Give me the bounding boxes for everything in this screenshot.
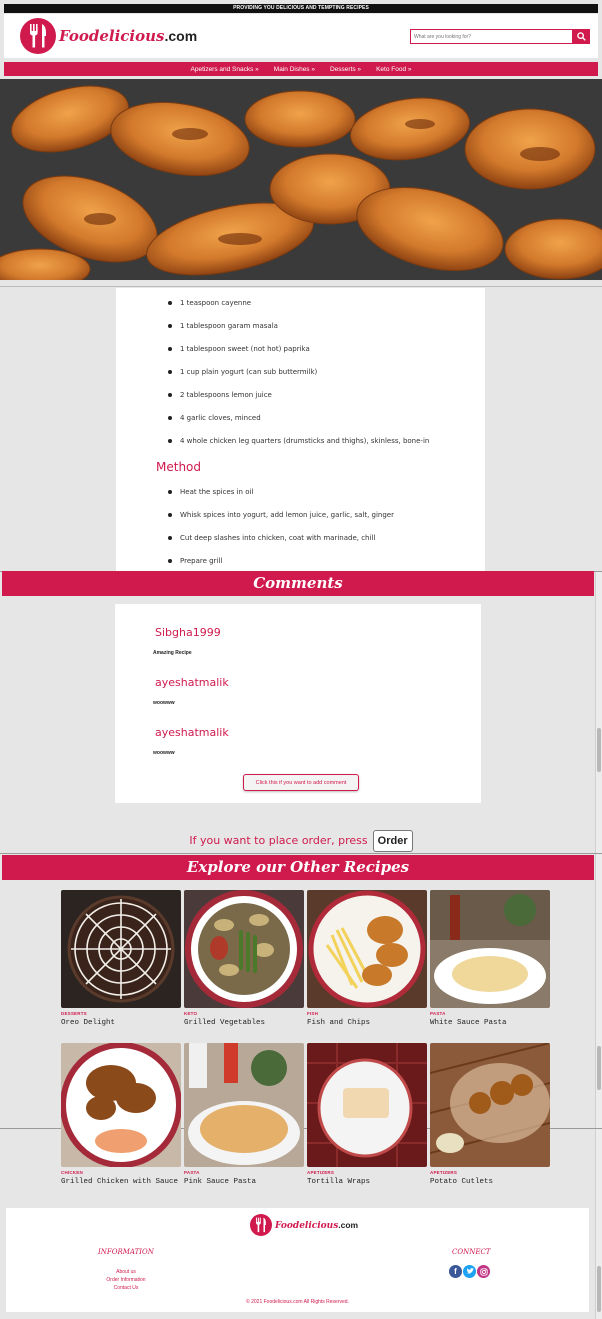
recipe-card-grilled-chicken-with-sauce[interactable]: CHICKEN Grilled Chicken with Sauce bbox=[61, 1043, 181, 1187]
hero-image bbox=[0, 79, 602, 280]
method-heading: Method bbox=[156, 460, 202, 474]
recipe-image[interactable] bbox=[430, 1043, 550, 1167]
scrollbar[interactable] bbox=[595, 572, 602, 853]
comment-user: ayeshatmalik bbox=[155, 726, 229, 739]
twitter-icon[interactable] bbox=[463, 1265, 476, 1278]
footer-link-about[interactable]: About us bbox=[96, 1268, 156, 1276]
recipe-title[interactable]: White Sauce Pasta bbox=[430, 1019, 550, 1028]
list-item: Cut deep slashes into chicken, coat with… bbox=[168, 533, 394, 556]
comment-text: woowww bbox=[153, 750, 175, 756]
recipe-image[interactable] bbox=[61, 1043, 181, 1167]
main-nav: Apetizers and Snacks » Main Dishes » Des… bbox=[4, 62, 598, 76]
search-input[interactable] bbox=[410, 29, 573, 44]
list-item: 1 tablespoon sweet (not hot) paprika bbox=[167, 344, 429, 367]
brand-name: Foodelicious.com bbox=[59, 27, 198, 45]
recipe-card-oreo-delight[interactable]: DESSERTS Oreo Delight bbox=[61, 890, 181, 1028]
recipe-title[interactable]: Tortilla Wraps bbox=[307, 1178, 427, 1187]
tagline: PROVIDING YOU DELICIOUS AND TEMPTING REC… bbox=[233, 5, 369, 11]
copyright-text: © 2021 Foodelicious.com All Rights Reser… bbox=[246, 1299, 349, 1305]
recipe-title[interactable]: Oreo Delight bbox=[61, 1019, 181, 1028]
recipe-category: PASTA bbox=[184, 1170, 200, 1175]
recipe-image[interactable] bbox=[61, 890, 181, 1008]
recipe-category: DESSERTS bbox=[61, 1011, 87, 1016]
recipe-title[interactable]: Fish and Chips bbox=[307, 1019, 427, 1028]
comments-heading: Comments bbox=[2, 571, 594, 596]
recipe-image[interactable] bbox=[307, 890, 427, 1008]
scrollbar-thumb[interactable] bbox=[597, 1266, 601, 1312]
recipe-category: CHICKEN bbox=[61, 1170, 83, 1175]
social-links: f bbox=[449, 1265, 490, 1278]
search-button[interactable] bbox=[573, 29, 590, 44]
fork-knife-icon bbox=[250, 1214, 272, 1236]
nav-item-desserts[interactable]: Desserts » bbox=[330, 66, 361, 73]
recipe-category: KETO bbox=[184, 1011, 198, 1016]
facebook-icon[interactable]: f bbox=[449, 1265, 462, 1278]
instagram-icon[interactable] bbox=[477, 1265, 490, 1278]
recipe-card-pink-sauce-pasta[interactable]: PASTA Pink Sauce Pasta bbox=[184, 1043, 304, 1187]
recipe-category: APETIZERS bbox=[430, 1170, 458, 1175]
footer-logo[interactable]: Foodelicious.com bbox=[250, 1214, 358, 1236]
add-comment-button[interactable]: Click this if you want to add comment bbox=[243, 774, 359, 791]
list-item: 1 tablespoon garam masala bbox=[167, 321, 429, 344]
recipe-image[interactable] bbox=[307, 1043, 427, 1167]
footer-information-heading: INFORMATION bbox=[98, 1248, 154, 1256]
recipe-title[interactable]: Pink Sauce Pasta bbox=[184, 1178, 304, 1187]
recipe-title[interactable]: Potato Cutlets bbox=[430, 1178, 550, 1187]
recipe-image[interactable] bbox=[430, 890, 550, 1008]
search-icon bbox=[577, 32, 586, 41]
fork-knife-icon bbox=[20, 18, 56, 54]
site-header: Foodelicious.com bbox=[4, 14, 598, 58]
recipe-image[interactable] bbox=[184, 890, 304, 1008]
order-prompt: If you want to place order, press bbox=[189, 834, 368, 847]
footer-connect-heading: CONNECT bbox=[452, 1248, 491, 1256]
recipe-card-fish-and-chips[interactable]: FISH Fish and Chips bbox=[307, 890, 427, 1028]
list-item: 1 cup plain yogurt (can sub buttermilk) bbox=[167, 367, 429, 390]
order-row: If you want to place order, press Order bbox=[0, 829, 602, 852]
scrollbar-thumb[interactable] bbox=[597, 1046, 601, 1090]
comment-user: ayeshatmalik bbox=[155, 676, 229, 689]
site-logo[interactable]: Foodelicious.com bbox=[20, 18, 197, 54]
recipe-card-potato-cutlets[interactable]: APETIZERS Potato Cutlets bbox=[430, 1043, 550, 1187]
comment-user: Sibgha1999 bbox=[155, 626, 221, 639]
order-button[interactable]: Order bbox=[372, 829, 413, 852]
footer-links: About us Order Information Contact Us bbox=[96, 1268, 156, 1292]
recipe-card-grilled-vegetables[interactable]: KETO Grilled Vegetables bbox=[184, 890, 304, 1028]
comment-text: Amazing Recipe bbox=[153, 650, 192, 656]
nav-item-keto[interactable]: Keto Food » bbox=[376, 66, 411, 73]
list-item: 2 tablespoons lemon juice bbox=[167, 390, 429, 413]
recipe-image[interactable] bbox=[184, 1043, 304, 1167]
recipe-title[interactable]: Grilled Vegetables bbox=[184, 1019, 304, 1028]
explore-heading: Explore our Other Recipes bbox=[2, 855, 594, 880]
recipe-category: FISH bbox=[307, 1011, 319, 1016]
recipe-card-tortilla-wraps[interactable]: APETIZERS Tortilla Wraps bbox=[307, 1043, 427, 1187]
brand-name: Foodelicious.com bbox=[275, 1219, 359, 1231]
site-footer: Foodelicious.com INFORMATION About us Or… bbox=[6, 1208, 589, 1312]
frame-divider bbox=[0, 853, 602, 854]
footer-link-contact[interactable]: Contact Us bbox=[96, 1284, 156, 1292]
recipe-category: APETIZERS bbox=[307, 1170, 335, 1175]
ingredients-list: 1 teaspoon cayenne 1 tablespoon garam ma… bbox=[167, 298, 429, 459]
list-item: 4 whole chicken leg quarters (drumsticks… bbox=[167, 436, 429, 459]
comment-text: woowww bbox=[153, 700, 175, 706]
comments-card: Sibgha1999 Amazing Recipe ayeshatmalik w… bbox=[115, 604, 481, 803]
recipe-title[interactable]: Grilled Chicken with Sauce bbox=[61, 1178, 181, 1187]
list-item: Heat the spices in oil bbox=[168, 487, 394, 510]
recipe-card-white-sauce-pasta[interactable]: PASTA White Sauce Pasta bbox=[430, 890, 550, 1028]
nav-item-appetizers[interactable]: Apetizers and Snacks » bbox=[191, 66, 259, 73]
list-item: Whisk spices into yogurt, add lemon juic… bbox=[168, 510, 394, 533]
divider bbox=[0, 286, 602, 287]
scrollbar-thumb[interactable] bbox=[597, 728, 601, 772]
recipe-category: PASTA bbox=[430, 1011, 446, 1016]
tagline-bar: PROVIDING YOU DELICIOUS AND TEMPTING REC… bbox=[4, 4, 598, 13]
recipe-card: 1 teaspoon cayenne 1 tablespoon garam ma… bbox=[116, 288, 485, 571]
footer-link-order-info[interactable]: Order Information bbox=[96, 1276, 156, 1284]
method-steps-list: Heat the spices in oil Whisk spices into… bbox=[168, 487, 394, 579]
search-bar bbox=[410, 29, 590, 44]
nav-item-main-dishes[interactable]: Main Dishes » bbox=[274, 66, 315, 73]
list-item: 4 garlic cloves, minced bbox=[167, 413, 429, 436]
list-item: 1 teaspoon cayenne bbox=[167, 298, 429, 321]
